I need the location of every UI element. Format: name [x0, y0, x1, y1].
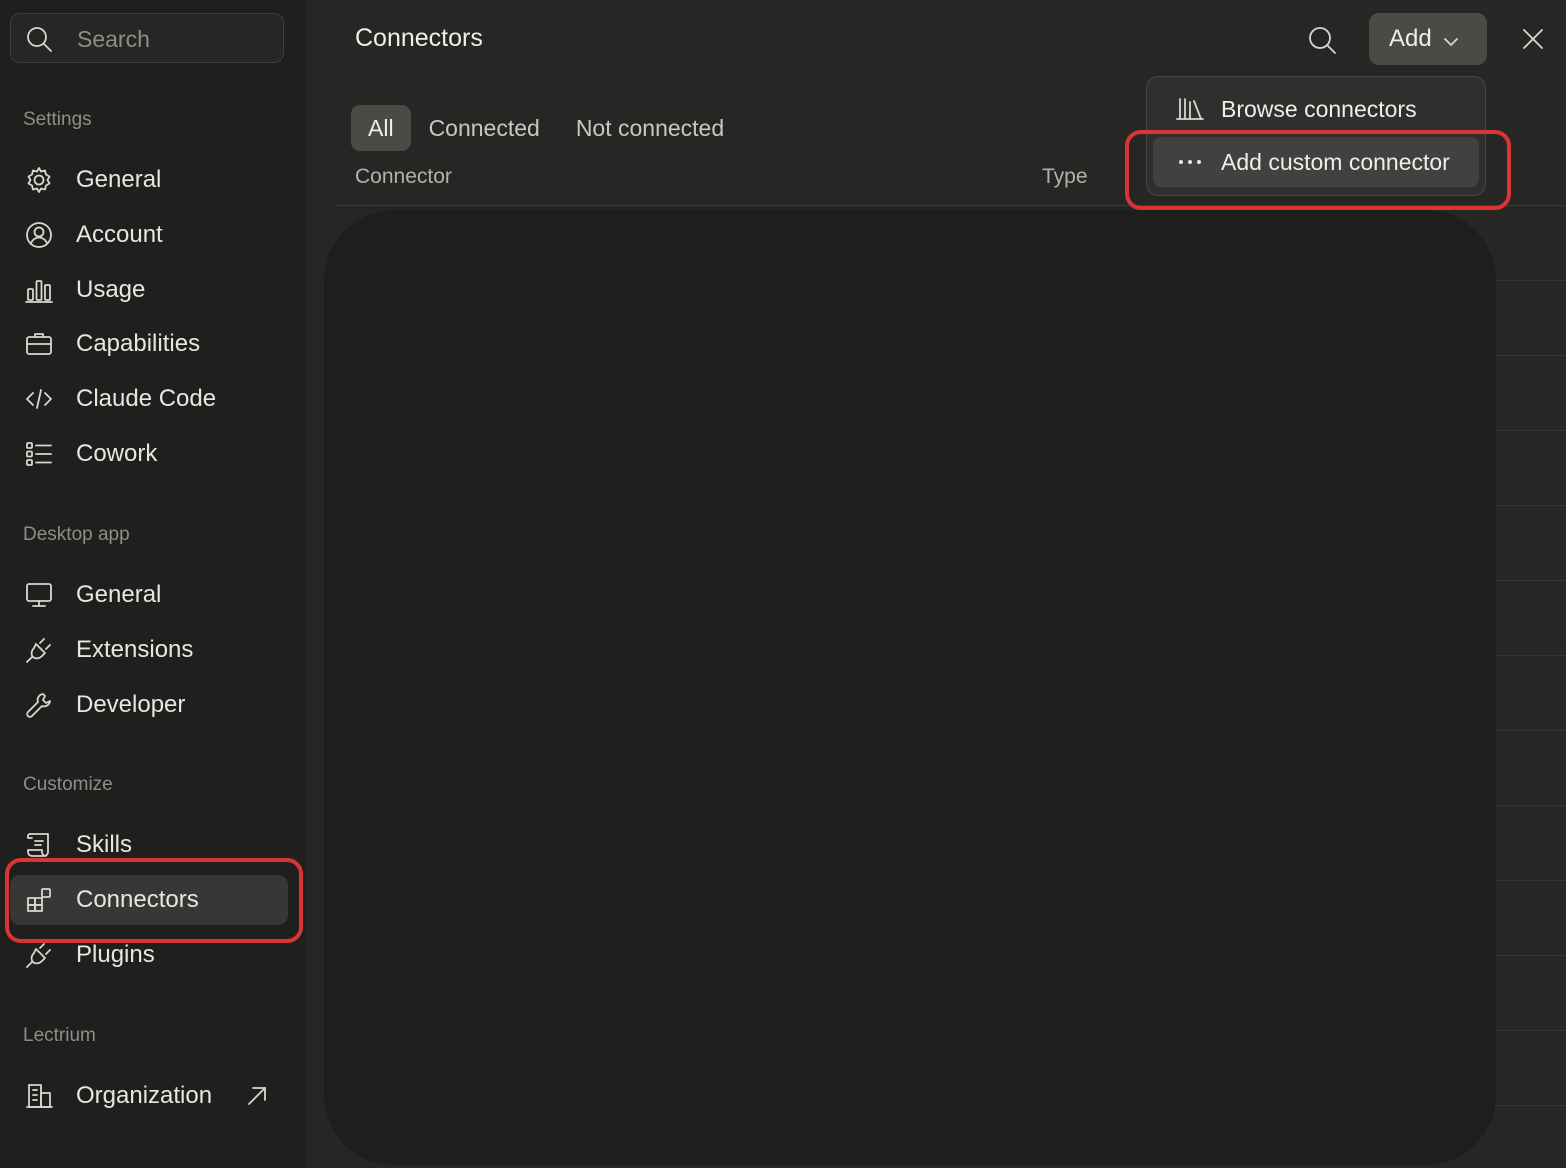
building-icon: [24, 1081, 54, 1111]
tab-all[interactable]: All: [351, 105, 411, 151]
sidebar-item-label: Connectors: [76, 886, 199, 913]
checklist-icon: [24, 439, 54, 469]
library-icon: [1175, 94, 1205, 124]
row-divider: [1492, 505, 1566, 506]
row-divider: [1492, 805, 1566, 806]
section-label-desktop-app: Desktop app: [23, 524, 130, 545]
row-divider: [1492, 1030, 1566, 1031]
sidebar-item-desktop-general[interactable]: General: [10, 570, 288, 620]
more-horizontal-icon: [1175, 147, 1205, 177]
add-button-label: Add: [1389, 25, 1432, 52]
sidebar-item-plugins[interactable]: Plugins: [10, 930, 288, 980]
search-icon[interactable]: [1304, 22, 1340, 58]
sidebar-item-label: Skills: [76, 831, 133, 858]
sidebar-item-label: Usage: [76, 276, 146, 303]
sidebar-item-label: Extensions: [76, 636, 194, 663]
row-divider: [1492, 280, 1566, 281]
sidebar-item-organization[interactable]: Organization: [10, 1071, 288, 1121]
search-icon: [25, 25, 53, 53]
tab-connected[interactable]: Connected: [411, 105, 558, 151]
row-divider: [1492, 1105, 1566, 1106]
sidebar-item-cowork[interactable]: Cowork: [10, 429, 288, 479]
sidebar-item-developer[interactable]: Developer: [10, 680, 288, 730]
sidebar-item-label: Account: [76, 221, 163, 248]
row-divider: [1492, 430, 1566, 431]
filter-tabs: All Connected Not connected: [351, 105, 742, 151]
row-divider: [1492, 580, 1566, 581]
sidebar-item-skills[interactable]: Skills: [10, 820, 288, 870]
sidebar-item-label: Claude Code: [76, 385, 217, 412]
bar-chart-icon: [24, 275, 54, 305]
sidebar-item-label: General: [76, 581, 162, 608]
add-button[interactable]: Add: [1369, 13, 1487, 65]
section-label-customize: Customize: [23, 774, 113, 795]
menu-item-add-custom-connector[interactable]: Add custom connector: [1153, 137, 1479, 187]
row-divider: [1492, 955, 1566, 956]
row-divider: [1492, 355, 1566, 356]
gear-icon: [24, 165, 54, 195]
sidebar-item-account[interactable]: Account: [10, 210, 288, 260]
menu-item-label: Browse connectors: [1221, 95, 1417, 122]
scroll-icon: [24, 830, 54, 860]
sidebar-item-label: General: [76, 166, 162, 193]
code-icon: [24, 384, 54, 414]
user-circle-icon: [24, 220, 54, 250]
sidebar-item-usage[interactable]: Usage: [10, 265, 288, 315]
column-header-connector[interactable]: Connector: [355, 165, 452, 189]
sidebar: Settings General Account Usage Capabilit…: [0, 0, 306, 1168]
sidebar-item-label: Capabilities: [76, 330, 201, 357]
sidebar-item-label: Developer: [76, 691, 186, 718]
sidebar-item-connectors[interactable]: Connectors: [10, 875, 288, 925]
chevron-down-icon: [1442, 30, 1460, 48]
sidebar-item-capabilities[interactable]: Capabilities: [10, 319, 288, 369]
row-divider: [1492, 880, 1566, 881]
briefcase-icon: [24, 329, 54, 359]
sidebar-item-general[interactable]: General: [10, 155, 288, 205]
search-input[interactable]: [75, 22, 279, 56]
connector-list-panel: [324, 210, 1496, 1165]
section-label-settings: Settings: [23, 109, 92, 130]
sidebar-item-claude-code[interactable]: Claude Code: [10, 374, 288, 424]
add-dropdown-menu: Browse connectors Add custom connector: [1146, 76, 1486, 196]
page-title: Connectors: [355, 24, 483, 52]
table-header-divider: [336, 205, 1566, 206]
row-divider: [1492, 730, 1566, 731]
column-header-type[interactable]: Type: [1042, 165, 1088, 189]
tab-not-connected[interactable]: Not connected: [558, 105, 742, 151]
external-link-icon: [244, 1083, 270, 1109]
section-label-org: Lectrium: [23, 1025, 96, 1046]
close-icon[interactable]: [1518, 24, 1548, 54]
sidebar-item-extensions[interactable]: Extensions: [10, 625, 288, 675]
row-divider: [1492, 655, 1566, 656]
grid-plus-icon: [24, 885, 54, 915]
monitor-icon: [24, 580, 54, 610]
menu-item-label: Add custom connector: [1221, 148, 1450, 175]
wrench-icon: [24, 690, 54, 720]
sidebar-item-label: Plugins: [76, 941, 155, 968]
menu-item-browse-connectors[interactable]: Browse connectors: [1153, 84, 1479, 134]
sidebar-item-label: Organization: [76, 1082, 213, 1109]
plug-icon: [24, 940, 54, 970]
plug-icon: [24, 635, 54, 665]
sidebar-item-label: Cowork: [76, 440, 158, 467]
sidebar-search[interactable]: [10, 13, 284, 63]
